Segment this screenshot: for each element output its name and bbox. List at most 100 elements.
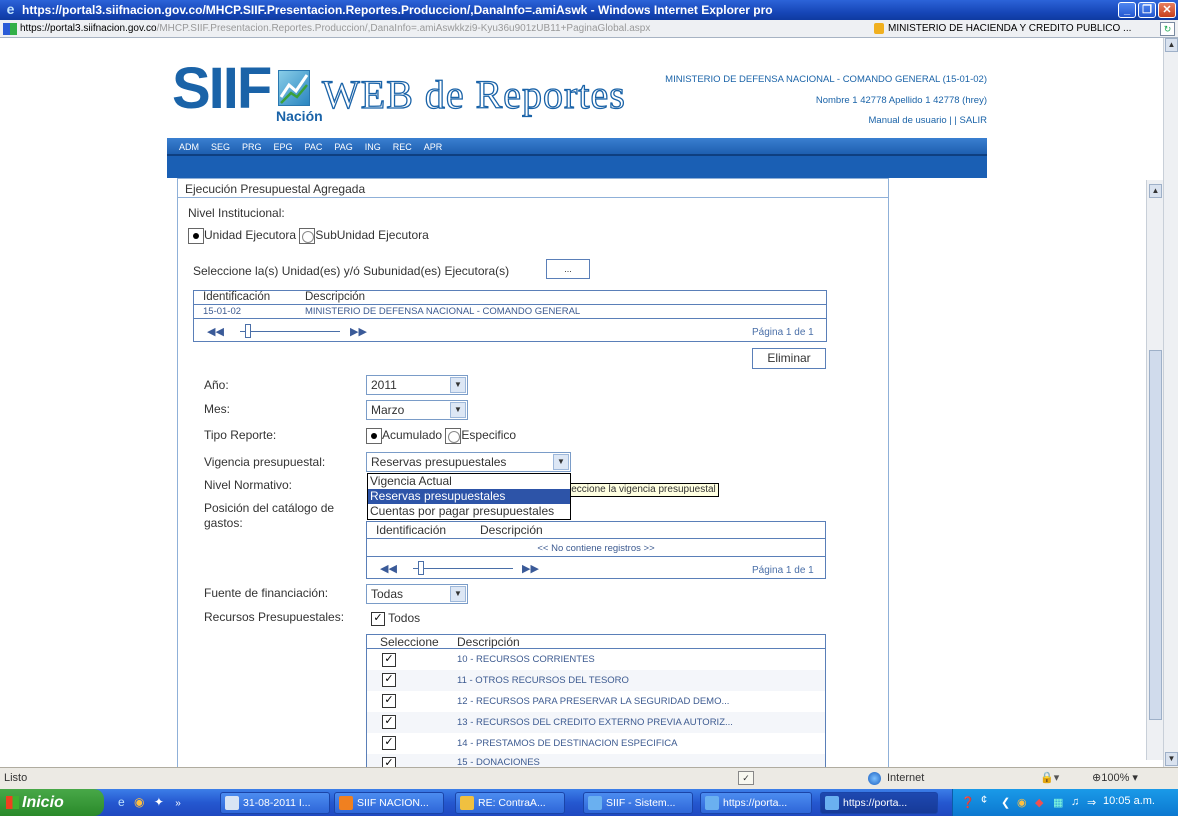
popup-blocker-icon[interactable]: ✓ xyxy=(738,771,754,785)
gastos-pager-slider[interactable] xyxy=(413,568,513,569)
anio-chevron-down-icon[interactable]: ▼ xyxy=(450,377,466,393)
task-button-mail[interactable]: RE: ContraA... xyxy=(455,792,565,814)
nav-pag[interactable]: PAG xyxy=(334,138,352,156)
recursos-row[interactable]: ✓ 13 - RECURSOS DEL CREDITO EXTERNO PREV… xyxy=(367,712,825,733)
scroll-up-icon[interactable]: ▲ xyxy=(1165,38,1178,52)
radio-unidad[interactable] xyxy=(188,228,204,244)
recursos-row[interactable]: ✓ 14 - PRESTAMOS DE DESTINACION ESPECIFI… xyxy=(367,733,825,754)
nav-rec[interactable]: REC xyxy=(393,138,412,156)
clock[interactable]: 10:05 a.m. xyxy=(1103,795,1155,807)
nav-prg[interactable]: PRG xyxy=(242,138,262,156)
recursos-row-checkbox[interactable]: ✓ xyxy=(382,694,396,708)
lock-icon[interactable] xyxy=(874,23,884,34)
gastos-pager-last-icon[interactable]: ▶▶ xyxy=(522,562,539,575)
volume-tray-icon[interactable]: ♫ xyxy=(1071,796,1079,808)
select-units-button[interactable]: ... xyxy=(546,259,590,279)
settings-quicklaunch-icon[interactable]: ✦ xyxy=(154,795,164,809)
vigencia-dropdown-list[interactable]: Vigencia Actual Reservas presupuestales … xyxy=(367,473,571,520)
exit-link[interactable]: SALIR xyxy=(960,115,987,126)
fuente-select[interactable]: Todas ▼ xyxy=(366,584,468,604)
task-button-portal-active[interactable]: https://porta... xyxy=(820,792,938,814)
antivirus-tray-icon[interactable]: ◉ xyxy=(1017,796,1027,809)
radio-subunidad-label[interactable]: SubUnidad Ejecutora xyxy=(315,228,428,242)
more-quicklaunch-icon[interactable]: » xyxy=(175,798,181,809)
frame-scroll-up-icon[interactable]: ▲ xyxy=(1149,184,1162,198)
recursos-row[interactable]: ✓ 10 - RECURSOS CORRIENTES xyxy=(367,650,825,670)
gastos-pager-thumb[interactable] xyxy=(418,561,424,575)
fuente-chevron-down-icon[interactable]: ▼ xyxy=(450,586,466,602)
anio-select[interactable]: 2011 ▼ xyxy=(366,375,468,395)
todos-label[interactable]: Todos xyxy=(388,611,420,625)
task-button-siif-sistema[interactable]: SIIF - Sistem... xyxy=(583,792,693,814)
radio-subunidad[interactable] xyxy=(299,228,316,244)
units-row-desc[interactable]: MINISTERIO DE DEFENSA NACIONAL - COMANDO… xyxy=(305,306,580,317)
frame-scrollbar[interactable]: ▲ xyxy=(1146,180,1163,760)
recursos-row[interactable]: ✓ 12 - RECURSOS PARA PRESERVAR LA SEGURI… xyxy=(367,691,825,712)
notification-tray-icon[interactable]: ¢ xyxy=(981,794,987,806)
mail-icon xyxy=(460,796,474,810)
nav-seg[interactable]: SEG xyxy=(211,138,230,156)
units-row-id[interactable]: 15-01-02 xyxy=(203,306,241,317)
units-pager-thumb[interactable] xyxy=(245,324,251,338)
recursos-row-checkbox[interactable]: ✓ xyxy=(382,673,396,687)
scroll-down-icon[interactable]: ▼ xyxy=(1165,752,1178,766)
vigencia-chevron-down-icon[interactable]: ▼ xyxy=(553,454,569,470)
radio-unidad-label[interactable]: Unidad Ejecutora xyxy=(204,228,296,242)
recursos-row-checkbox[interactable]: ✓ xyxy=(382,757,396,767)
page-scrollbar[interactable]: ▲ ▼ xyxy=(1163,38,1178,767)
vigencia-select[interactable]: Reservas presupuestales ▼ xyxy=(366,452,571,472)
recursos-row-checkbox[interactable]: ✓ xyxy=(382,715,396,729)
frame-scroll-thumb[interactable] xyxy=(1149,350,1162,720)
shield-tray-icon[interactable]: ◆ xyxy=(1035,796,1043,809)
expand-tray-icon[interactable]: ❮ xyxy=(1001,796,1010,809)
units-pager-last-icon[interactable]: ▶▶ xyxy=(350,325,367,338)
todos-checkbox[interactable]: ✓ xyxy=(371,611,385,626)
radio-especifico[interactable] xyxy=(445,428,462,444)
task-button-portal[interactable]: https://porta... xyxy=(700,792,812,814)
units-pager-slider[interactable] xyxy=(240,331,340,332)
task-button-siif-nacion[interactable]: SIIF NACION... xyxy=(334,792,444,814)
nav-ing[interactable]: ING xyxy=(365,138,381,156)
zoom-level[interactable]: ⊕100% ▾ xyxy=(1092,768,1138,788)
vigencia-option-selected[interactable]: Reservas presupuestales xyxy=(368,489,570,504)
minimize-button[interactable]: _ xyxy=(1118,2,1136,18)
system-tray: ❓ ¢ ❮ ◉ ◆ ▦ ♫ ⇒ 10:05 a.m. xyxy=(952,789,1178,816)
vigencia-option[interactable]: Cuentas por pagar presupuestales xyxy=(368,504,570,519)
nav-pac[interactable]: PAC xyxy=(305,138,323,156)
certificate-name[interactable]: MINISTERIO DE HACIENDA Y CREDITO PUBLICO… xyxy=(888,20,1131,38)
maximize-button[interactable]: ❐ xyxy=(1138,2,1156,18)
recursos-row-checkbox[interactable]: ✓ xyxy=(382,736,396,750)
address-url[interactable]: https://portal3.siifnacion.gov.co/MHCP.S… xyxy=(20,20,860,38)
start-button[interactable]: Inicio xyxy=(0,789,104,816)
task-button-document[interactable]: 31-08-2011 I... xyxy=(220,792,330,814)
recursos-row-checkbox[interactable]: ✓ xyxy=(382,653,396,667)
recursos-row[interactable]: ✓ 15 - DONACIONES xyxy=(367,754,825,767)
address-bar[interactable]: https://portal3.siifnacion.gov.co/MHCP.S… xyxy=(0,20,1178,38)
posicion-label-2: gastos: xyxy=(204,516,243,530)
gastos-pager-first-icon[interactable]: ◀◀ xyxy=(380,562,397,575)
recursos-row[interactable]: ✓ 11 - OTROS RECURSOS DEL TESORO xyxy=(367,670,825,691)
nav-adm[interactable]: ADM xyxy=(179,138,199,156)
ie-quicklaunch-icon[interactable]: e xyxy=(118,795,125,809)
radio-especifico-label[interactable]: Especifico xyxy=(461,428,516,442)
window-title-bar[interactable]: e https://portal3.siifnacion.gov.co/MHCP… xyxy=(0,0,1178,20)
mes-label: Mes: xyxy=(204,402,231,416)
nav-epg[interactable]: EPG xyxy=(274,138,293,156)
browser-quicklaunch-icon[interactable]: ◉ xyxy=(134,795,144,809)
mes-chevron-down-icon[interactable]: ▼ xyxy=(450,402,466,418)
vigencia-option[interactable]: Vigencia Actual xyxy=(368,474,570,489)
help-tray-icon[interactable]: ❓ xyxy=(961,796,975,809)
protected-mode-icon[interactable]: 🔒▾ xyxy=(1040,768,1059,788)
nav-apr[interactable]: APR xyxy=(424,138,443,156)
radio-acumulado[interactable] xyxy=(366,428,382,444)
connection-tray-icon[interactable]: ⇒ xyxy=(1087,796,1096,809)
radio-acumulado-label[interactable]: Acumulado xyxy=(382,428,442,442)
units-pager-first-icon[interactable]: ◀◀ xyxy=(207,325,224,338)
eliminar-button[interactable]: Eliminar xyxy=(752,348,826,369)
network-tray-icon[interactable]: ▦ xyxy=(1053,796,1063,809)
url-prefix: https://portal3. xyxy=(20,23,84,34)
manual-link[interactable]: Manual de usuario xyxy=(869,115,947,126)
close-button[interactable]: ✕ xyxy=(1158,2,1176,18)
refresh-icon[interactable]: ↻ xyxy=(1160,22,1175,36)
mes-select[interactable]: Marzo ▼ xyxy=(366,400,468,420)
